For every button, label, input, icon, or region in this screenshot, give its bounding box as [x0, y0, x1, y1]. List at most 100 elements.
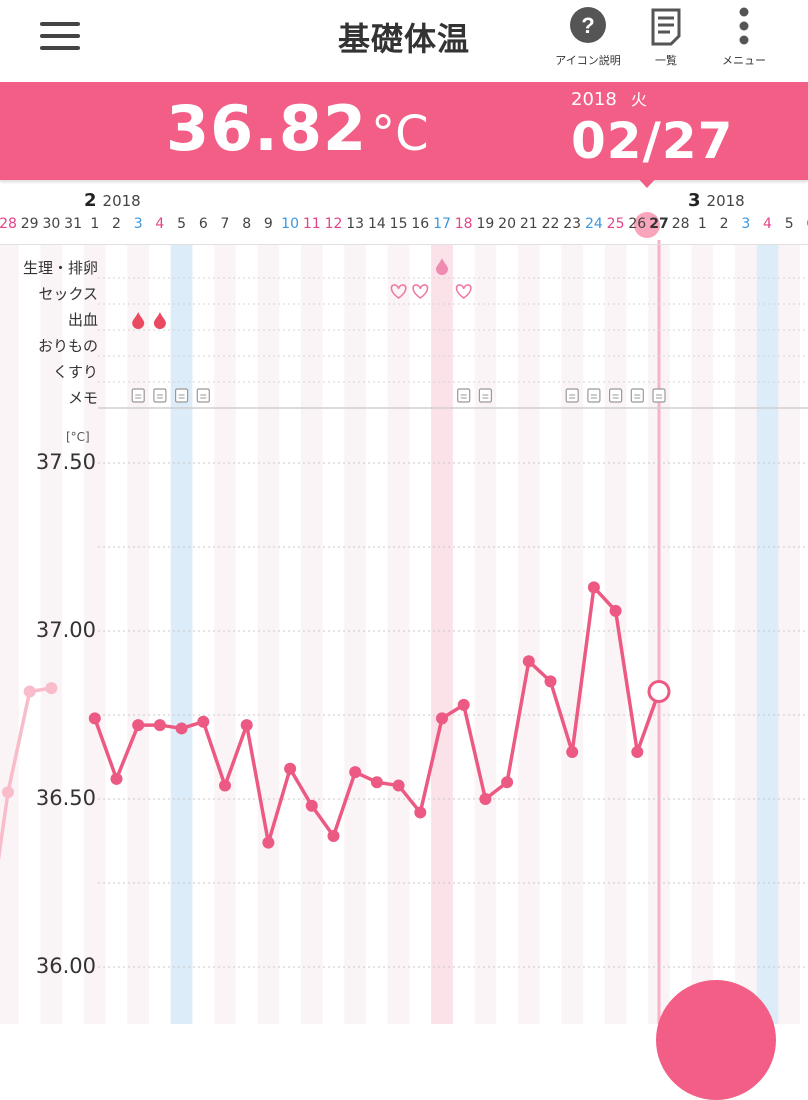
calendar-day[interactable]: 31	[62, 216, 84, 232]
temperature-point	[587, 581, 600, 594]
list-document-icon	[651, 8, 681, 46]
calendar-day[interactable]: 22	[540, 216, 562, 232]
month-label-feb: 2 2018	[84, 190, 141, 211]
calendar-day[interactable]: 29	[19, 216, 41, 232]
calendar-day[interactable]: 28	[670, 216, 692, 232]
temperature-point	[284, 762, 297, 775]
list-button[interactable]: 一覧	[626, 6, 706, 76]
temperature-point	[436, 712, 448, 725]
calendar-day[interactable]: 2	[713, 216, 735, 232]
add-record-button[interactable]	[656, 980, 776, 1100]
calendar-day[interactable]: 24	[583, 216, 605, 232]
temperature-point	[349, 766, 362, 779]
column-stripe	[214, 244, 236, 1024]
column-stripe	[517, 244, 540, 1024]
temperature-point	[153, 719, 166, 732]
temperature-point	[544, 675, 557, 688]
temperature-point	[479, 793, 492, 805]
heart-icon	[455, 284, 472, 299]
calendar-day[interactable]: 20	[496, 216, 518, 232]
calendar-day[interactable]: 15	[388, 216, 410, 232]
calendar-day[interactable]: 17	[431, 216, 453, 232]
menu-button[interactable]: メニュー	[704, 6, 784, 76]
temperature-point	[132, 719, 145, 732]
calendar-day[interactable]: 28	[0, 216, 19, 232]
svg-text:?: ?	[581, 13, 594, 38]
temperature-value: 36.82	[166, 92, 368, 165]
calendar-day[interactable]: 18	[453, 216, 475, 232]
calendar-day[interactable]: 3	[735, 216, 757, 232]
temperature-point	[305, 799, 318, 812]
calendar-day[interactable]: 14	[366, 216, 388, 232]
calendar-day[interactable]: 19	[474, 216, 496, 232]
banner-date: 2018 火 02/27	[571, 86, 733, 168]
calendar-day[interactable]: 27	[648, 216, 670, 232]
selected-temperature-point	[647, 679, 671, 703]
column-stripe	[127, 244, 150, 1024]
event-row-label: セックス	[38, 285, 98, 303]
y-axis-unit: [°C]	[66, 430, 90, 444]
calendar-day[interactable]: 2	[106, 216, 128, 232]
temperature-point	[566, 745, 579, 758]
temperature-point	[262, 836, 275, 849]
y-axis-tick-label: 37.00	[35, 618, 96, 642]
event-row-label: おりもの	[37, 337, 98, 355]
column-stripe	[604, 244, 627, 1024]
event-row-label: メモ	[67, 389, 98, 407]
calendar-day[interactable]: 16	[409, 216, 431, 232]
calendar-day[interactable]: 21	[518, 216, 540, 232]
temperature-point	[45, 682, 58, 695]
calendar-day[interactable]: 25	[605, 216, 627, 232]
highlight-band	[756, 244, 779, 1024]
y-axis-tick-label: 37.50	[35, 450, 96, 474]
temperature-point	[197, 715, 210, 728]
banner-year: 2018	[571, 89, 617, 110]
temperature-point	[522, 655, 535, 668]
temperature-point	[88, 712, 101, 725]
calendar-day[interactable]: 5	[778, 216, 800, 232]
temperature-point	[631, 745, 644, 758]
heart-icon	[412, 284, 429, 299]
y-axis-tick-label: 36.50	[35, 786, 96, 810]
temperature-point	[219, 779, 231, 792]
calendar-day[interactable]: 4	[149, 216, 171, 232]
y-axis-tick-label: 36.00	[35, 954, 96, 978]
calendar-day[interactable]: 6	[800, 216, 808, 232]
temperature-point	[370, 776, 383, 789]
calendar-day[interactable]: 9	[257, 216, 279, 232]
temperature-point	[240, 719, 253, 732]
calendar-day[interactable]: 10	[279, 216, 301, 232]
calendar-day[interactable]: 30	[40, 216, 62, 232]
calendar-day[interactable]: 11	[301, 216, 323, 232]
temperature-point	[609, 604, 622, 617]
calendar-day[interactable]: 23	[561, 216, 583, 232]
selected-day-banner: 36.82°C 2018 火 02/27	[0, 82, 808, 180]
temperature-point	[110, 772, 123, 785]
column-stripe	[300, 244, 323, 1024]
menu-label: メニュー	[722, 54, 766, 67]
calendar-day[interactable]: 7	[214, 216, 236, 232]
event-row-label: くすり	[52, 363, 98, 381]
temperature-display: 36.82°C	[166, 92, 429, 165]
calendar-day[interactable]: 3	[127, 216, 149, 232]
calendar-day[interactable]: 1	[84, 216, 106, 232]
icon-legend-button[interactable]: ? アイコン説明	[548, 6, 628, 76]
temperature-point	[392, 779, 405, 792]
calendar-day[interactable]: 4	[757, 216, 779, 232]
calendar-day[interactable]: 1	[691, 216, 713, 232]
calendar-day[interactable]: 13	[344, 216, 366, 232]
calendar-day[interactable]: 8	[236, 216, 258, 232]
vertical-dots-icon	[739, 7, 749, 45]
event-row-label: 出血	[67, 311, 98, 329]
month-label-mar: 3 2018	[688, 190, 745, 211]
top-app-bar: 基礎体温 ? アイコン説明 一覧 メニュー	[0, 0, 808, 82]
calendar-day[interactable]: 6	[192, 216, 214, 232]
column-stripe	[257, 244, 280, 1024]
icon-legend-label: アイコン説明	[555, 54, 621, 67]
temperature-point	[501, 776, 514, 789]
column-stripe	[691, 244, 714, 1024]
calendar-day[interactable]: 26	[626, 216, 648, 232]
calendar-day[interactable]: 12	[323, 216, 345, 232]
calendar-day[interactable]: 5	[171, 216, 193, 232]
temperature-point	[457, 698, 470, 711]
